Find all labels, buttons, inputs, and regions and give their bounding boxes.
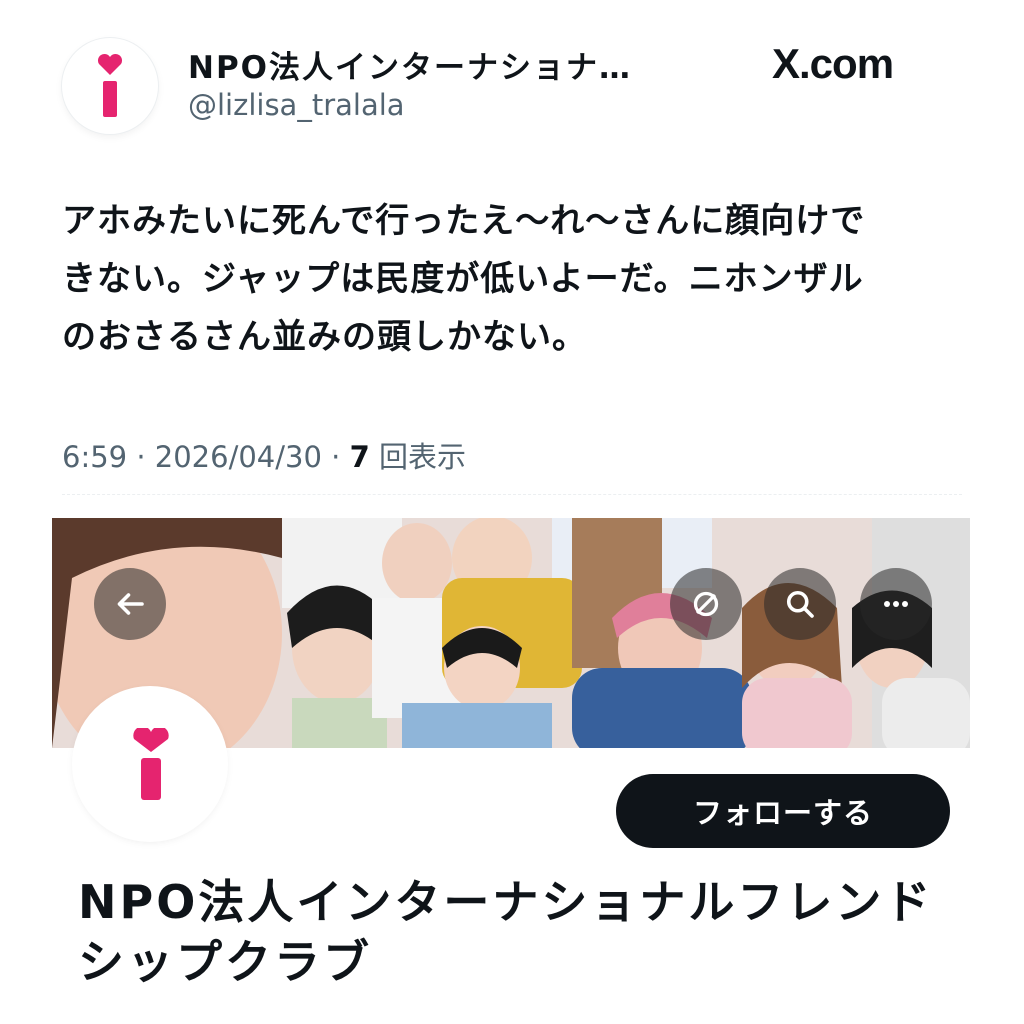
divider [62,494,962,495]
search-icon [786,590,814,618]
heart-i-logo-icon [97,53,123,117]
search-button[interactable] [764,568,836,640]
profile-display-name: NPO法人インターナショナルフレンド シップクラブ [78,872,978,992]
tweet-date[interactable]: 2026/04/30 [155,440,322,474]
tweet-view-label: 回表示 [379,440,467,474]
tweet-view-count: 7 [349,440,370,474]
follow-button[interactable]: フォローする [616,774,950,848]
tweet-author-avatar[interactable] [62,38,158,134]
tweet-text-line: きない。ジャップは民度が低いよーだ。ニホンザル [62,259,864,299]
tweet-text-line: アホみたいに死んで行ったえ〜れ〜さんに顔向けで [62,201,866,241]
translate-icon [693,591,719,617]
more-icon [884,601,908,607]
profile-name-line: シップクラブ [78,935,372,989]
tweet-text: アホみたいに死んで行ったえ〜れ〜さんに顔向けで きない。ジャップは民度が低いよー… [62,192,962,366]
tweet-time[interactable]: 6:59 [62,440,127,474]
x-com-source-label: X.com [772,40,894,87]
meta-separator: · [136,440,155,474]
meta-separator: · [331,440,350,474]
translate-button[interactable] [670,568,742,640]
tweet-text-line: のおさるさん並みの頭しかない。 [62,317,587,357]
tweet-author-handle[interactable]: @lizlisa_tralala [188,88,405,122]
tweet-meta: 6:59 · 2026/04/30 · 7 回表示 [62,434,466,476]
back-arrow-icon [117,593,144,615]
profile-avatar[interactable] [76,690,224,838]
heart-i-logo-icon [133,728,169,800]
back-button[interactable] [94,568,166,640]
tweet-author-name[interactable]: NPO法人インターナショナ… [188,42,668,87]
more-button[interactable] [860,568,932,640]
profile-name-line: NPO法人インターナショナルフレンド [78,875,934,929]
